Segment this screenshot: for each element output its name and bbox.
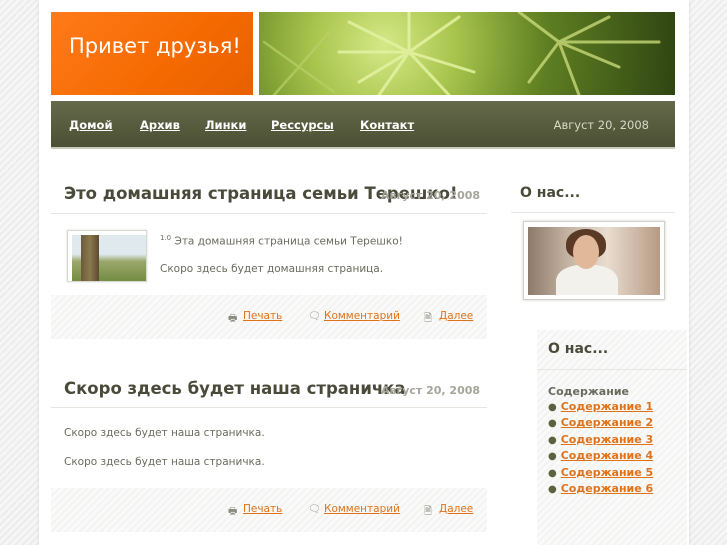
more-link[interactable]: Далее (439, 503, 473, 515)
printer-icon: 🖶 (228, 313, 238, 324)
plant-leaves-icon (262, 12, 661, 95)
page-icon: 🗎 (424, 313, 433, 324)
post-date: Август 20, 2008 (381, 384, 481, 397)
post-text-2: Скоро здесь будет наша страничка. (64, 456, 265, 468)
nav-resources[interactable]: Ресcурсы (271, 118, 334, 132)
list-item: ● Содержание 6 (548, 481, 654, 495)
post-divider (51, 407, 487, 408)
comment-link[interactable]: Комментарий (324, 310, 400, 322)
contents-heading: Содержание (548, 385, 629, 398)
comment-icon: 🗨 (308, 311, 321, 322)
thumbnail-image (72, 235, 146, 281)
post-text-line: 1.0 Эта домашняя страница семьи Терешко! (160, 234, 403, 248)
print-link[interactable]: Печать (243, 503, 282, 515)
contents-link-3[interactable]: Содержание 3 (561, 433, 653, 446)
more-link[interactable]: Далее (439, 310, 473, 322)
page-icon: 🗎 (424, 506, 433, 517)
about-photo (528, 227, 660, 295)
post-text-1: Скоро здесь будет наша страничка. (64, 427, 265, 439)
contents-list: ● Содержание 1 ● Содержание 2 ● Содержание … (548, 400, 653, 498)
sidebar-divider (537, 369, 687, 370)
comment-icon: 🗨 (308, 504, 321, 515)
list-item: ● Содержание 2 (548, 416, 654, 430)
list-item: ● Содержание 4 (548, 449, 654, 463)
header-date: Август 20, 2008 (553, 118, 649, 132)
contents-link-2[interactable]: Содержание 2 (561, 416, 653, 429)
about-photo-frame (523, 221, 665, 300)
sidebar-about-title: О нас... (520, 185, 581, 201)
contents-link-5[interactable]: Содержание 5 (561, 466, 653, 479)
contents-link-4[interactable]: Содержание 4 (561, 449, 653, 462)
nav-links[interactable]: Линки (205, 118, 246, 132)
contents-link-1[interactable]: Содержание 1 (561, 400, 653, 413)
contents-link-6[interactable]: Содержание 6 (561, 482, 653, 495)
post-title[interactable]: Скоро здесь будет наша страничка (64, 379, 406, 398)
logo-text: Привет друзья! (69, 34, 241, 58)
post-divider (51, 213, 487, 214)
nav-home[interactable]: Домой (69, 118, 113, 132)
post-text-2: Скоро здесь будет домашняя страница. (160, 263, 384, 275)
list-item: ● Содержание 1 (548, 400, 654, 413)
site-logo[interactable]: Привет друзья! (51, 12, 253, 95)
post-date: Август 20, 2008 (381, 189, 481, 202)
version-sup: 1.0 (160, 234, 172, 242)
sidebar-divider (511, 212, 675, 213)
comment-link[interactable]: Комментарий (324, 503, 400, 515)
list-item: ● Содержание 3 (548, 432, 654, 446)
header-banner-image (259, 12, 675, 95)
nav-contact[interactable]: Контакт (360, 118, 414, 132)
post-text-1: Эта домашняя страница семьи Терешко! (174, 235, 403, 248)
sidebar-about-title-2: О нас... (548, 341, 609, 357)
nav-archive[interactable]: Архив (140, 118, 180, 132)
print-link[interactable]: Печать (243, 310, 282, 322)
printer-icon: 🖶 (228, 506, 238, 517)
post-thumbnail[interactable] (67, 230, 147, 282)
main-navigation: Домой Архив Линки Ресcурсы Контакт Авгус… (51, 101, 675, 149)
list-item: ● Содержание 5 (548, 465, 654, 479)
